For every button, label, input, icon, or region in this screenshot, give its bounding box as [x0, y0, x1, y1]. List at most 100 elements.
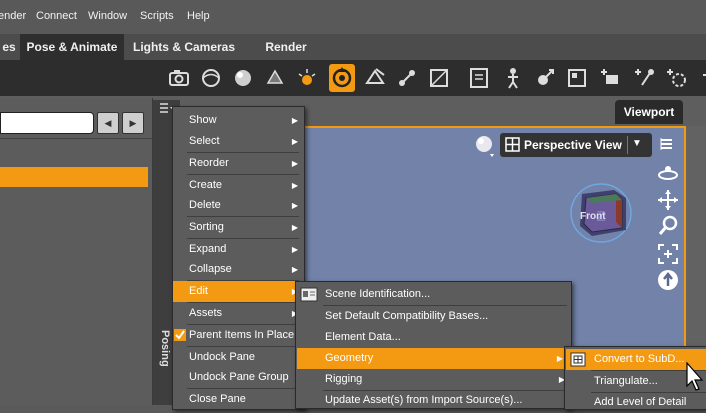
- render-settings-sphere-icon[interactable]: [198, 65, 224, 91]
- menu-item-set-default-compatibility-bases[interactable]: Set Default Compatibility Bases...: [296, 306, 571, 327]
- submenu-arrow-icon: ▶: [291, 159, 298, 168]
- menu-item-label: Set Default Compatibility Bases...: [325, 310, 489, 322]
- menu-scripts[interactable]: Scripts: [140, 6, 174, 26]
- view-cube-face-label: Front: [580, 211, 606, 222]
- tab-lights-cameras[interactable]: Lights & Cameras: [128, 34, 240, 60]
- menu-item-label: Update Asset(s) from Import Source(s)...: [325, 394, 523, 406]
- add-light-icon[interactable]: [632, 65, 658, 91]
- tab-pose-animate[interactable]: Pose & Animate: [20, 34, 124, 60]
- viewport-options-icon[interactable]: [658, 136, 678, 154]
- menu-item-label: Scene Identification...: [325, 288, 431, 300]
- submenu-arrow-icon: ▶: [556, 354, 563, 363]
- node-weight-brush-icon[interactable]: [362, 65, 388, 91]
- zoom-magnifier-icon[interactable]: [656, 214, 680, 238]
- menu-item-element-data[interactable]: Element Data...: [296, 327, 571, 348]
- menu-item-expand[interactable]: Expand ▶: [173, 239, 304, 260]
- menu-item-scene-identification[interactable]: Scene Identification...: [296, 284, 571, 305]
- menu-item-geometry[interactable]: Geometry ▶: [297, 348, 569, 369]
- geometry-editor-icon[interactable]: [426, 65, 452, 91]
- uv-view-icon[interactable]: [564, 65, 590, 91]
- checkmark-icon: [174, 329, 186, 341]
- menu-item-triangulate[interactable]: Triangulate...: [565, 371, 706, 392]
- add-null-icon[interactable]: [664, 65, 690, 91]
- light-tool-icon[interactable]: [294, 65, 320, 91]
- aim-up-icon[interactable]: [656, 268, 680, 292]
- menu-item-label: Undock Pane Group: [189, 371, 289, 383]
- surface-selection-icon[interactable]: [262, 65, 288, 91]
- menu-item-sorting[interactable]: Sorting ▶: [173, 217, 304, 238]
- menu-item-label: Rigging: [325, 373, 363, 385]
- tab-render[interactable]: Render: [256, 34, 316, 60]
- menu-item-close-pane[interactable]: Close Pane: [173, 389, 304, 410]
- joint-editor-icon[interactable]: [394, 65, 420, 91]
- submenu-arrow-icon: ▶: [291, 245, 298, 254]
- menu-item-create[interactable]: Create ▶: [173, 175, 304, 196]
- scene-pane: [0, 98, 153, 405]
- add-camera-icon[interactable]: [598, 65, 624, 91]
- add-primitive-icon[interactable]: [694, 65, 706, 91]
- pane-divider: [0, 138, 152, 139]
- menu-item-add-level-of-detail[interactable]: Add Level of Detail: [565, 392, 706, 413]
- menu-item-label: Element Data...: [325, 331, 401, 343]
- view-layout-icon[interactable]: [505, 137, 520, 152]
- menu-item-undock-pane-group[interactable]: Undock Pane Group: [173, 367, 304, 388]
- menu-connect[interactable]: Connect: [36, 6, 77, 26]
- pose-figure-icon[interactable]: [500, 65, 526, 91]
- posing-label-text: Posing: [159, 330, 171, 367]
- render-camera-icon[interactable]: [166, 65, 192, 91]
- menu-item-undock-pane[interactable]: Undock Pane: [173, 347, 304, 368]
- menu-item-reorder[interactable]: Reorder ▶: [173, 153, 304, 174]
- activity-tab-bar: es Pose & Animate Lights & Cameras Rende…: [0, 34, 706, 60]
- viewport-tab[interactable]: Viewport: [615, 100, 683, 124]
- menu-item-label: Sorting: [189, 221, 224, 233]
- draw-style-sphere-icon[interactable]: [472, 133, 498, 159]
- menu-item-label: Undock Pane: [189, 351, 256, 363]
- menu-item-label: Select: [189, 135, 220, 147]
- menu-item-label: Triangulate...: [594, 375, 658, 387]
- menu-item-label: Geometry: [325, 352, 374, 364]
- frame-selection-icon[interactable]: [656, 242, 680, 266]
- orbit-icon[interactable]: [656, 162, 680, 184]
- menu-item-label: Delete: [189, 199, 221, 211]
- submenu-arrow-icon: ▶: [291, 265, 298, 274]
- subd-cage-icon: [570, 352, 586, 367]
- menu-item-convert-to-subd[interactable]: Convert to SubD...: [566, 349, 706, 370]
- next-arrow-icon[interactable]: ▶: [122, 112, 144, 134]
- pan-arrows-icon[interactable]: [656, 188, 680, 212]
- shading-sphere-icon[interactable]: [230, 65, 256, 91]
- scene-file-icon[interactable]: [466, 65, 492, 91]
- submenu-arrow-icon: ▶: [291, 137, 298, 146]
- menu-item-label: Convert to SubD...: [594, 353, 685, 365]
- previous-arrow-icon[interactable]: ◀: [97, 112, 119, 134]
- submenu-arrow-icon: ▶: [291, 116, 298, 125]
- chevron-down-icon[interactable]: ▼: [632, 138, 642, 149]
- toolbar: [0, 60, 706, 96]
- menu-bar: ender Connect Window Scripts Help: [0, 0, 706, 34]
- submenu-arrow-icon: ▶: [291, 181, 298, 190]
- menu-item-label: Collapse: [189, 263, 232, 275]
- menu-help[interactable]: Help: [187, 6, 210, 26]
- menu-item-label: Reorder: [189, 157, 229, 169]
- menu-item-show[interactable]: Show ▶: [173, 110, 304, 131]
- menu-window[interactable]: Window: [88, 6, 127, 26]
- menu-item-label: Create: [189, 179, 223, 191]
- menu-item-select[interactable]: Select ▶: [173, 131, 304, 152]
- menu-item-label: Expand: [189, 243, 227, 255]
- menu-render[interactable]: ender: [0, 6, 26, 26]
- pane-context-menu: Show ▶ Select ▶ Reorder ▶ Create ▶ Delete ▶ S…: [172, 106, 305, 410]
- selected-scene-row[interactable]: [0, 167, 148, 187]
- menu-item-edit[interactable]: Edit▶: [173, 281, 304, 302]
- menu-item-label: Edit: [189, 285, 208, 297]
- submenu-arrow-icon: ▶: [291, 201, 298, 210]
- menu-item-rigging[interactable]: Rigging ▶: [296, 369, 571, 390]
- view-mode-label: Perspective View: [524, 138, 622, 152]
- tab-scenes[interactable]: es: [0, 34, 18, 60]
- menu-item-delete[interactable]: Delete ▶: [173, 195, 304, 216]
- scene-search-input[interactable]: [0, 112, 94, 134]
- menu-item-collapse[interactable]: Collapse ▶: [173, 259, 304, 280]
- translate-tool-icon[interactable]: [532, 65, 558, 91]
- universal-tool-icon[interactable]: [329, 64, 355, 92]
- menu-item-assets[interactable]: Assets▶: [173, 303, 304, 324]
- menu-item-parent-items-in-place[interactable]: Parent Items In Place: [173, 325, 304, 346]
- menu-item-update-assets-from-import-sources[interactable]: Update Asset(s) from Import Source(s)...: [296, 390, 571, 411]
